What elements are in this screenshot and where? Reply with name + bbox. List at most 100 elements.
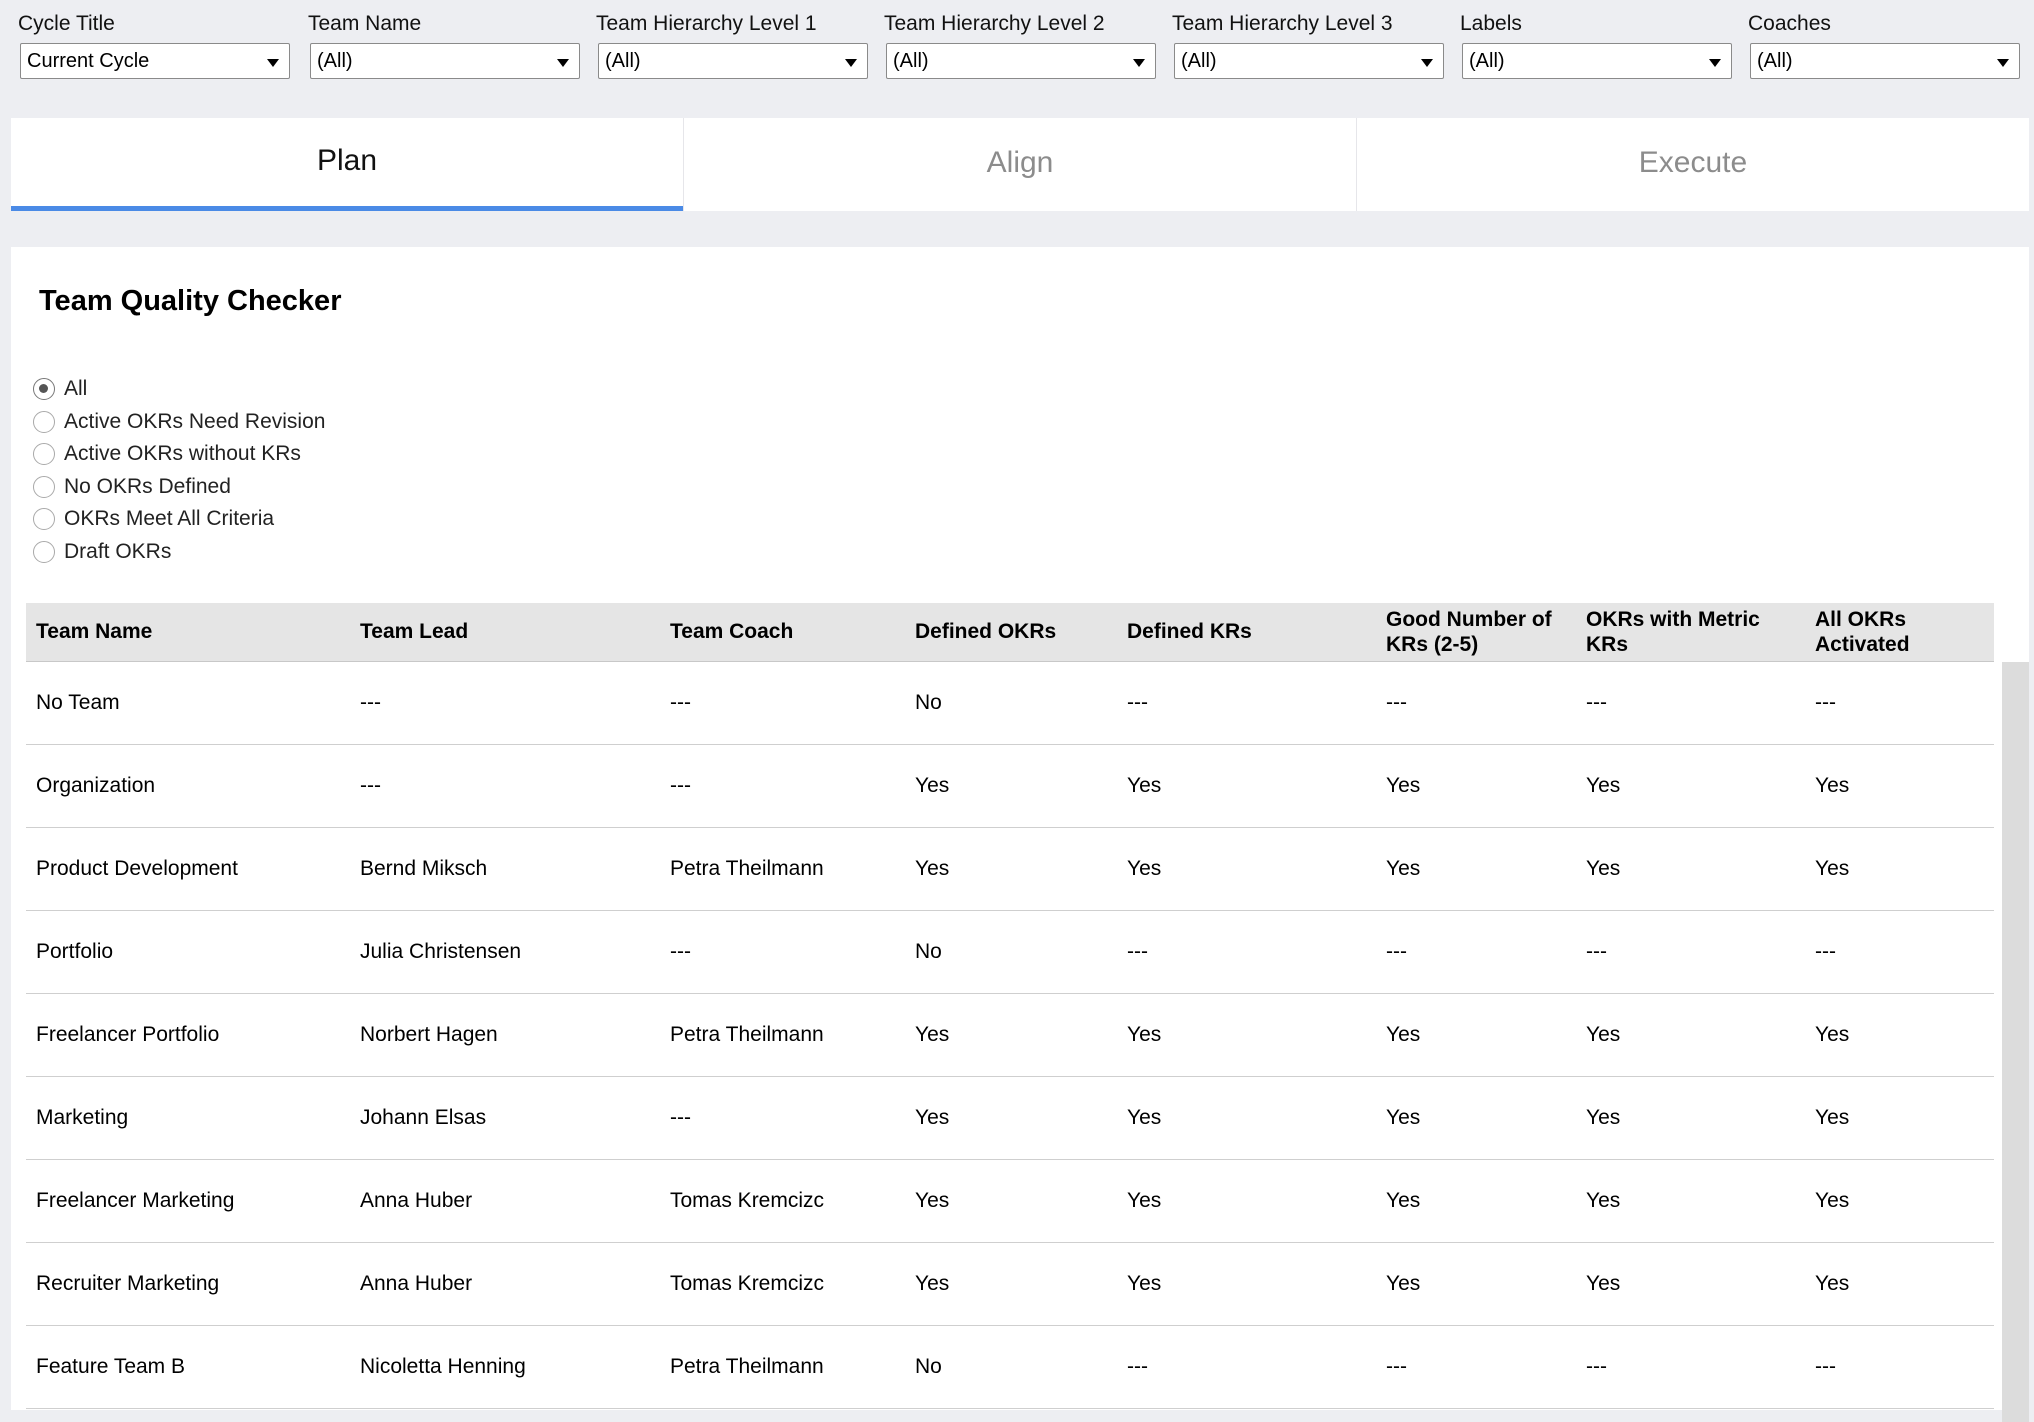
table-row[interactable]: No Team --- --- No --- --- --- ---	[26, 661, 1994, 745]
table-row[interactable]: Freelancer Marketing Anna Huber Tomas Kr…	[26, 1159, 1994, 1243]
radio-unchecked-icon[interactable]	[33, 475, 55, 498]
cell-defined-okrs: No	[905, 661, 1117, 745]
radio-option-all[interactable]: All	[33, 373, 325, 406]
cell-team-lead: Nicoletta Henning	[350, 1325, 660, 1409]
team-quality-table-container: Team Name Team Lead Team Coach Defined O…	[26, 603, 2029, 1422]
cell-defined-okrs: Yes	[905, 1159, 1117, 1243]
tab-align[interactable]: Align	[683, 118, 1356, 211]
team-hierarchy-level-1-select[interactable]: (All)	[598, 43, 868, 79]
column-header-defined-krs[interactable]: Defined KRs	[1117, 603, 1376, 662]
cell-defined-krs: Yes	[1117, 1242, 1376, 1326]
cell-defined-krs: ---	[1117, 661, 1376, 745]
radio-unchecked-icon[interactable]	[33, 540, 55, 563]
cell-team-name: Organization	[26, 744, 350, 828]
column-header-okrs-with-metric-krs[interactable]: OKRs with Metric KRs	[1576, 603, 1805, 662]
cell-okrs-with-metric-krs: Yes	[1576, 744, 1805, 828]
table-scrollbar[interactable]	[2002, 662, 2029, 1422]
filter-label: Labels	[1460, 12, 1522, 35]
cell-defined-krs: Yes	[1117, 1159, 1376, 1243]
cell-team-name: No Team	[26, 661, 350, 745]
cell-all-okrs-activated: Yes	[1805, 744, 1994, 828]
cell-defined-krs: ---	[1117, 1325, 1376, 1409]
cell-all-okrs-activated: Yes	[1805, 993, 1994, 1077]
cell-team-name: Recruiter Marketing	[26, 1242, 350, 1326]
cell-good-number-of-krs: Yes	[1376, 993, 1576, 1077]
cell-team-name: Product Development	[26, 827, 350, 911]
radio-label: No OKRs Defined	[64, 474, 231, 498]
tab-bar: Plan Align Execute	[11, 118, 2029, 211]
cell-team-lead: Julia Christensen	[350, 910, 660, 994]
cell-okrs-with-metric-krs: Yes	[1576, 1076, 1805, 1160]
column-header-defined-okrs[interactable]: Defined OKRs	[905, 603, 1117, 662]
column-header-good-number-of-krs[interactable]: Good Number of KRs (2-5)	[1376, 603, 1576, 662]
table-row[interactable]: Feature Team B Nicoletta Henning Petra T…	[26, 1325, 1994, 1409]
cell-good-number-of-krs: ---	[1376, 1325, 1576, 1409]
radio-checked-icon[interactable]	[33, 378, 55, 401]
dropdown-arrow-icon	[267, 59, 279, 67]
table-row[interactable]: Recruiter Marketing Anna Huber Tomas Kre…	[26, 1242, 1994, 1326]
cell-team-coach: ---	[660, 744, 905, 828]
cell-all-okrs-activated: ---	[1805, 661, 1994, 745]
cell-team-name: Marketing	[26, 1076, 350, 1160]
cell-team-name: Feature Team B	[26, 1325, 350, 1409]
cell-good-number-of-krs: Yes	[1376, 1076, 1576, 1160]
table-row[interactable]: Marketing Johann Elsas --- Yes Yes Yes Y…	[26, 1076, 1994, 1160]
cell-team-coach: Tomas Kremcizc	[660, 1159, 905, 1243]
radio-label: OKRs Meet All Criteria	[64, 507, 275, 531]
team-hierarchy-level-3-select[interactable]: (All)	[1174, 43, 1444, 79]
table-row[interactable]: Freelancer Portfolio Norbert Hagen Petra…	[26, 993, 1994, 1077]
table-row[interactable]: Product Development Bernd Miksch Petra T…	[26, 827, 1994, 911]
cell-team-coach: Petra Theilmann	[660, 827, 905, 911]
table-row[interactable]: Organization --- --- Yes Yes Yes Yes Yes	[26, 744, 1994, 828]
dropdown-arrow-icon	[1133, 59, 1145, 67]
radio-option-no-okrs-defined[interactable]: No OKRs Defined	[33, 471, 325, 504]
coaches-select[interactable]: (All)	[1750, 43, 2020, 79]
cell-team-coach: ---	[660, 661, 905, 745]
dropdown-arrow-icon	[557, 59, 569, 67]
cell-okrs-with-metric-krs: Yes	[1576, 993, 1805, 1077]
radio-option-active-okrs-without-krs[interactable]: Active OKRs without KRs	[33, 438, 325, 471]
filter-team-hierarchy-level-1: Team Hierarchy Level 1 (All)	[596, 10, 868, 79]
radio-option-active-okrs-need-revision[interactable]: Active OKRs Need Revision	[33, 406, 325, 439]
team-hierarchy-level-2-select[interactable]: (All)	[886, 43, 1156, 79]
radio-option-okrs-meet-all-criteria[interactable]: OKRs Meet All Criteria	[33, 503, 325, 536]
cell-okrs-with-metric-krs: Yes	[1576, 1159, 1805, 1243]
select-value: (All)	[1469, 50, 1505, 72]
select-value: (All)	[1757, 50, 1793, 72]
column-header-team-coach[interactable]: Team Coach	[660, 603, 905, 662]
team-name-select[interactable]: (All)	[310, 43, 580, 79]
filter-label: Team Name	[308, 12, 422, 35]
labels-select[interactable]: (All)	[1462, 43, 1732, 79]
tab-execute[interactable]: Execute	[1356, 118, 2029, 211]
tab-plan[interactable]: Plan	[11, 118, 683, 211]
cell-defined-krs: Yes	[1117, 1076, 1376, 1160]
dropdown-arrow-icon	[1421, 59, 1433, 67]
cell-defined-krs: Yes	[1117, 827, 1376, 911]
select-value: (All)	[317, 50, 353, 72]
radio-unchecked-icon[interactable]	[33, 508, 55, 531]
cell-defined-okrs: Yes	[905, 993, 1117, 1077]
panel-title: Team Quality Checker	[39, 285, 342, 317]
cycle-title-select[interactable]: Current Cycle	[20, 43, 290, 79]
cell-good-number-of-krs: Yes	[1376, 827, 1576, 911]
filter-labels: Labels (All)	[1460, 10, 1732, 79]
radio-option-draft-okrs[interactable]: Draft OKRs	[33, 536, 325, 569]
cell-team-coach: ---	[660, 910, 905, 994]
radio-unchecked-icon[interactable]	[33, 443, 55, 466]
cell-good-number-of-krs: ---	[1376, 661, 1576, 745]
filter-team-name: Team Name (All)	[308, 10, 580, 79]
radio-unchecked-icon[interactable]	[33, 410, 55, 433]
cell-team-lead: Anna Huber	[350, 1242, 660, 1326]
filter-team-hierarchy-level-2: Team Hierarchy Level 2 (All)	[884, 10, 1156, 79]
cell-good-number-of-krs: Yes	[1376, 1159, 1576, 1243]
cell-team-coach: Petra Theilmann	[660, 993, 905, 1077]
cell-okrs-with-metric-krs: ---	[1576, 1325, 1805, 1409]
table-row[interactable]: Portfolio Julia Christensen --- No --- -…	[26, 910, 1994, 994]
column-header-team-name[interactable]: Team Name	[26, 603, 350, 662]
column-header-team-lead[interactable]: Team Lead	[350, 603, 660, 662]
filter-bar: Cycle Title Current Cycle Team Name (All…	[0, 0, 2034, 110]
cell-team-coach: Petra Theilmann	[660, 1325, 905, 1409]
column-header-all-okrs-activated[interactable]: All OKRs Activated	[1805, 603, 1994, 662]
filter-label: Cycle Title	[18, 12, 115, 35]
select-value: (All)	[605, 50, 641, 72]
